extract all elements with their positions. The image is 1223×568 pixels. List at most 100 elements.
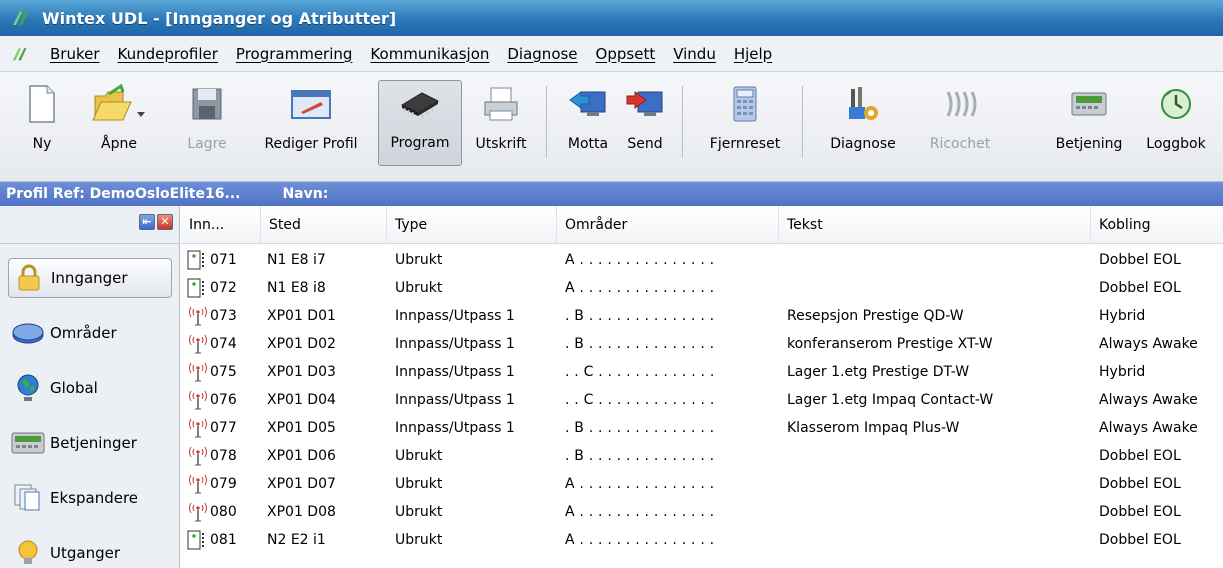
wiring-cell: Always Awake xyxy=(1099,420,1198,436)
areas-cell: . B . . . . . . . . . . . . . . xyxy=(565,308,715,324)
nav-item-ekspandere[interactable]: Ekspandere xyxy=(8,478,172,518)
areas-icon xyxy=(10,321,46,345)
toolbar-separator xyxy=(802,86,803,158)
receive-button[interactable]: Motta xyxy=(560,82,616,164)
column-header-type[interactable]: Type xyxy=(387,206,557,244)
toolbar-separator xyxy=(546,86,547,158)
wired-zone-icon xyxy=(187,250,209,270)
ricochet-button[interactable]: Ricochet xyxy=(922,82,998,164)
text-cell: Resepsjon Prestige QD-W xyxy=(787,308,964,324)
table-row[interactable]: 081 N2 E2 i1 Ubrukt A . . . . . . . . . . .… xyxy=(181,528,1223,552)
table-row[interactable]: 075 XP01 D03 Innpass/Utpass 1 . . C . . . .… xyxy=(181,360,1223,384)
table-row[interactable]: 073 XP01 D01 Innpass/Utpass 1 . B . . . . .… xyxy=(181,304,1223,328)
column-header-sted[interactable]: Sted xyxy=(261,206,387,244)
type-cell: Innpass/Utpass 1 xyxy=(395,336,515,352)
areas-cell: . B . . . . . . . . . . . . . . xyxy=(565,448,715,464)
app-menu-icon[interactable] xyxy=(10,44,34,64)
expander-icon xyxy=(10,483,46,513)
keypad-button[interactable]: Betjening xyxy=(1048,82,1130,164)
nav-item-betjeninger[interactable]: Betjeninger xyxy=(8,423,172,463)
zone-number: 072 xyxy=(210,280,237,296)
areas-cell: A . . . . . . . . . . . . . . . xyxy=(565,280,715,296)
zone-number: 078 xyxy=(210,448,237,464)
table-row[interactable]: 079 XP01 D07 Ubrukt A . . . . . . . . . . .… xyxy=(181,472,1223,496)
menu-vindu[interactable]: Vindu xyxy=(671,43,718,65)
menu-programmering[interactable]: Programmering xyxy=(234,43,355,65)
open-button[interactable]: Åpne xyxy=(86,82,152,164)
location-cell: XP01 D05 xyxy=(267,420,336,436)
text-cell: konferanserom Prestige XT-W xyxy=(787,336,993,352)
wiring-cell: Dobbel EOL xyxy=(1099,252,1181,268)
wireless-zone-icon xyxy=(187,390,209,410)
table-row[interactable]: 078 XP01 D06 Ubrukt . B . . . . . . . . . .… xyxy=(181,444,1223,468)
text-cell xyxy=(787,276,1087,300)
column-header-omrader[interactable]: Områder xyxy=(557,206,779,244)
nav-item-omrader[interactable]: Områder xyxy=(8,313,172,353)
program-button[interactable]: Program xyxy=(378,80,462,166)
profile-bar: Profil Ref: DemoOsloElite16... Navn: xyxy=(0,182,1223,206)
remote-reset-button[interactable]: Fjernreset xyxy=(700,82,790,164)
areas-cell: A . . . . . . . . . . . . . . . xyxy=(565,252,715,268)
profile-ref: Profil Ref: DemoOsloElite16... xyxy=(6,186,241,202)
logbook-button[interactable]: Loggbok xyxy=(1134,82,1218,164)
wired-zone-icon xyxy=(187,530,209,550)
table-row[interactable]: 074 XP01 D02 Innpass/Utpass 1 . B . . . . .… xyxy=(181,332,1223,356)
table-row[interactable]: 080 XP01 D08 Ubrukt A . . . . . . . . . . .… xyxy=(181,500,1223,524)
table-header: Inn... Sted Type Områder Tekst Kobling xyxy=(181,206,1223,244)
areas-cell: . . C . . . . . . . . . . . . . xyxy=(565,364,715,380)
table-row[interactable]: 071 N1 E8 i7 Ubrukt A . . . . . . . . . . .… xyxy=(181,248,1223,272)
collapse-icon[interactable]: ⇤ xyxy=(139,214,155,230)
table-row[interactable]: 072 N1 E8 i8 Ubrukt A . . . . . . . . . . .… xyxy=(181,276,1223,300)
column-header-kobling[interactable]: Kobling xyxy=(1091,206,1223,244)
table-row[interactable]: 077 XP01 D05 Innpass/Utpass 1 . B . . . . .… xyxy=(181,416,1223,440)
zone-number-cell: 074 xyxy=(187,332,261,356)
menu-oppsett[interactable]: Oppsett xyxy=(594,43,658,65)
type-cell: Innpass/Utpass 1 xyxy=(395,420,515,436)
nav-item-utganger[interactable]: Utganger xyxy=(8,533,172,568)
menu-kundeprofiler[interactable]: Kundeprofiler xyxy=(116,43,220,65)
close-icon[interactable]: ✕ xyxy=(157,214,173,230)
wireless-zone-icon xyxy=(187,362,209,382)
location-cell: XP01 D02 xyxy=(267,336,336,352)
menu-hjelp[interactable]: Hjelp xyxy=(732,43,774,65)
output-bulb-icon xyxy=(10,539,46,567)
menu-diagnose[interactable]: Diagnose xyxy=(505,43,579,65)
zone-number: 081 xyxy=(210,532,237,548)
menu-kommunikasjon[interactable]: Kommunikasjon xyxy=(368,43,491,65)
print-button[interactable]: Utskrift xyxy=(466,82,536,164)
location-cell: XP01 D08 xyxy=(267,504,336,520)
areas-cell: A . . . . . . . . . . . . . . . xyxy=(565,532,715,548)
zone-number-cell: 078 xyxy=(187,444,261,468)
wired-zone-icon xyxy=(187,278,209,298)
wiring-cell: Dobbel EOL xyxy=(1099,448,1181,464)
menu-bruker[interactable]: Bruker xyxy=(48,43,102,65)
send-button[interactable]: Send xyxy=(618,82,672,164)
nav-item-innganger[interactable]: Innganger xyxy=(8,258,172,298)
nav-item-global[interactable]: Global xyxy=(8,368,172,408)
zone-number: 079 xyxy=(210,476,237,492)
type-cell: Ubrukt xyxy=(395,252,443,268)
new-button[interactable]: Ny xyxy=(20,82,64,164)
toolbar-separator xyxy=(682,86,683,158)
text-cell: Lager 1.etg Prestige DT-W xyxy=(787,364,970,380)
title-bar: Wintex UDL - [Innganger og Atributter] xyxy=(0,0,1223,36)
wiring-cell: Always Awake xyxy=(1099,336,1198,352)
zone-number: 071 xyxy=(210,252,237,268)
diagnose-button[interactable]: Diagnose xyxy=(816,82,910,164)
areas-cell: . . C . . . . . . . . . . . . . xyxy=(565,392,715,408)
column-header-tekst[interactable]: Tekst xyxy=(779,206,1091,244)
window-title: Wintex UDL - [Innganger og Atributter] xyxy=(42,8,397,28)
save-button[interactable]: Lagre xyxy=(182,82,232,164)
zone-number-cell: 079 xyxy=(187,472,261,496)
location-cell: XP01 D01 xyxy=(267,308,336,324)
edit-profile-button[interactable]: Rediger Profil xyxy=(250,82,372,164)
zone-number-cell: 077 xyxy=(187,416,261,440)
nav-panel: ⇤ ✕ Innganger Områder Global Betjeninger… xyxy=(0,206,180,568)
column-header-inn[interactable]: Inn... xyxy=(181,206,261,244)
location-cell: XP01 D04 xyxy=(267,392,336,408)
table-row[interactable]: 076 XP01 D04 Innpass/Utpass 1 . . C . . . .… xyxy=(181,388,1223,412)
location-cell: N1 E8 i7 xyxy=(267,252,326,268)
type-cell: Innpass/Utpass 1 xyxy=(395,308,515,324)
text-cell xyxy=(787,528,1087,552)
profile-name-label: Navn: xyxy=(282,186,329,202)
